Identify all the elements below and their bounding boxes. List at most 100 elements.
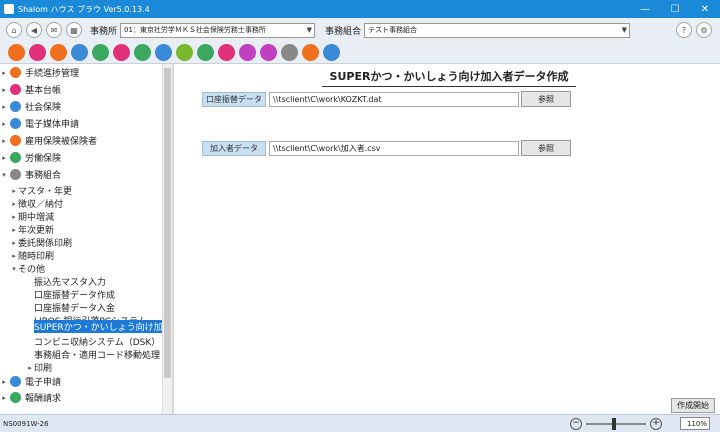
calc-icon[interactable] bbox=[176, 44, 193, 61]
electronic-filing-icon[interactable] bbox=[92, 44, 109, 61]
navigation-tree: ▸ 手続進捗管理 ▸ 基本台帳 ▸ 社会保険 ▸ 電子媒体申請 ▸ 雇用保険被保険者 ▸ 労… bbox=[0, 64, 162, 414]
zoom-control: − + 110% bbox=[566, 417, 710, 430]
labor-insurance-icon bbox=[10, 152, 21, 163]
company-icon[interactable] bbox=[50, 44, 67, 61]
union-icon bbox=[10, 169, 21, 180]
header-toolbar: ⌂ ◀ ✉ ▦ 事務所 01：東京社労学ＭＫＳ社会保険労務士事務所 ▼ 事務組合… bbox=[0, 18, 720, 42]
ledger-icon bbox=[10, 84, 21, 95]
tree-item-print[interactable]: ▸ 印刷 bbox=[26, 360, 52, 375]
calendar-icon[interactable]: ▦ bbox=[66, 22, 82, 38]
mail-icon[interactable]: ✉ bbox=[46, 22, 62, 38]
camera-icon[interactable] bbox=[281, 44, 298, 61]
expand-icon: ▸ bbox=[2, 393, 6, 402]
window-title: Shalom ハウス ブラウ Ver5.0.13.4 bbox=[18, 4, 150, 14]
create-start-button[interactable]: 作成開始 bbox=[671, 398, 715, 413]
labor-insurance-icon[interactable] bbox=[134, 44, 151, 61]
browse-button-1[interactable]: 参照 bbox=[521, 91, 571, 107]
expand-icon: ▸ bbox=[2, 85, 6, 94]
zoom-value: 110% bbox=[680, 417, 710, 430]
office-select-value: 01：東京社労学ＭＫＳ社会保険労務士事務所 bbox=[124, 26, 266, 34]
tree-label: SUPERかつ・かいしょう向け加入者 bbox=[34, 323, 162, 333]
tree-item-employment[interactable]: ▸ 雇用保険被保険者 bbox=[0, 133, 97, 148]
home-icon[interactable]: ⌂ bbox=[6, 22, 22, 38]
tree-item-progress[interactable]: ▸ 手続進捗管理 bbox=[0, 65, 79, 80]
doc-icon[interactable] bbox=[197, 44, 214, 61]
zoom-in-button[interactable]: + bbox=[650, 417, 662, 430]
tree-item-selected[interactable]: SUPERかつ・かいしょう向け加入者 bbox=[34, 320, 162, 333]
tree-item-leaf[interactable]: 事務組合・適用コード移動処理 bbox=[34, 347, 160, 362]
office-label: 事務所 bbox=[90, 26, 118, 37]
title-bar: Shalom ハウス ブラウ Ver5.0.13.4 — ☐ ✕ bbox=[0, 0, 720, 18]
expand-icon: ▸ bbox=[12, 238, 16, 247]
expand-icon: ▸ bbox=[2, 102, 6, 111]
expand-icon: ▸ bbox=[12, 199, 16, 208]
ledger-icon[interactable] bbox=[29, 44, 46, 61]
app-icon bbox=[4, 4, 14, 14]
home-icon[interactable] bbox=[302, 44, 319, 61]
maximize-button[interactable]: ☐ bbox=[660, 0, 690, 18]
help-icon[interactable]: ? bbox=[676, 22, 692, 38]
expand-icon: ▸ bbox=[12, 225, 16, 234]
union-label: 事務組合 bbox=[325, 26, 362, 37]
back-icon[interactable]: ◀ bbox=[26, 22, 42, 38]
expand-icon: ▸ bbox=[28, 363, 32, 372]
electronic-filing-icon bbox=[10, 118, 21, 129]
expand-icon: ▸ bbox=[12, 212, 16, 221]
tag-icon[interactable] bbox=[239, 44, 256, 61]
close-button[interactable]: ✕ bbox=[690, 0, 720, 18]
browse-button-2[interactable]: 参照 bbox=[521, 140, 571, 156]
union-icon[interactable] bbox=[155, 44, 172, 61]
tree-label: 事務組合 bbox=[25, 171, 62, 181]
social-insurance-icon[interactable] bbox=[71, 44, 88, 61]
tree-label: 社会保険 bbox=[25, 103, 62, 113]
billing-icon bbox=[10, 392, 21, 403]
employment-insurance-icon[interactable] bbox=[113, 44, 130, 61]
office-select[interactable]: 01：東京社労学ＭＫＳ社会保険労務士事務所 ▼ bbox=[120, 22, 316, 38]
tree-label: 印刷 bbox=[34, 364, 53, 374]
status-text: NS0091W-26 bbox=[3, 419, 49, 428]
tree-item-labor[interactable]: ▸ 労働保険 bbox=[0, 150, 61, 165]
electronic-application-icon bbox=[10, 376, 21, 387]
collapse-icon: ▾ bbox=[2, 170, 6, 179]
tree-item-ledger[interactable]: ▸ 基本台帳 bbox=[0, 82, 61, 97]
tree-label: 労働保険 bbox=[25, 154, 62, 164]
tree-label: 事務組合・適用コード移動処理 bbox=[34, 351, 161, 361]
expand-icon: ▸ bbox=[12, 251, 16, 260]
module-toolbar bbox=[0, 42, 720, 64]
tree-item-billing[interactable]: ▸ 報酬請求 bbox=[0, 390, 61, 405]
zoom-slider-thumb[interactable] bbox=[612, 417, 616, 430]
tree-item-efiling[interactable]: ▸ 電子媒体申請 bbox=[0, 116, 79, 131]
union-select-value: テスト事務組合 bbox=[368, 26, 418, 34]
tree-label: 手続進捗管理 bbox=[25, 69, 80, 79]
status-bar: NS0091W-26 − + 110% bbox=[0, 414, 720, 432]
tree-label: 雇用保険被保険者 bbox=[25, 137, 98, 147]
subscriber-file-input[interactable]: \\tsclient\C\work\加入者.csv bbox=[269, 141, 519, 156]
collapse-icon: ▾ bbox=[12, 264, 16, 273]
main-panel: SUPERかつ・かいしょう向け加入者データ作成 口座振替データ \\tsclie… bbox=[174, 64, 720, 414]
sidebar-scrollbar[interactable] bbox=[162, 64, 172, 414]
scrollbar-thumb[interactable] bbox=[164, 68, 171, 378]
union-select[interactable]: テスト事務組合 ▼ bbox=[364, 22, 631, 38]
report-icon[interactable] bbox=[218, 44, 235, 61]
minimize-button[interactable]: — bbox=[630, 0, 660, 18]
expand-icon: ▸ bbox=[2, 68, 6, 77]
card-icon[interactable] bbox=[260, 44, 277, 61]
account-transfer-file-input[interactable]: \\tsclient\C\work\KOZKT.dat bbox=[269, 92, 519, 107]
field1-label: 口座振替データ bbox=[202, 92, 266, 107]
zoom-out-button[interactable]: − bbox=[570, 417, 582, 430]
tree-item-echallenge[interactable]: ▸ 電子申請 bbox=[0, 374, 61, 389]
tree-label: 基本台帳 bbox=[25, 86, 62, 96]
progress-icon[interactable] bbox=[8, 44, 25, 61]
tree-label: 報酬請求 bbox=[25, 394, 62, 404]
tree-item-social[interactable]: ▸ 社会保険 bbox=[0, 99, 61, 114]
progress-icon bbox=[10, 67, 21, 78]
expand-icon: ▸ bbox=[2, 136, 6, 145]
employment-insurance-icon bbox=[10, 135, 21, 146]
tree-item-union[interactable]: ▾ 事務組合 bbox=[0, 167, 61, 182]
field2-label: 加入者データ bbox=[202, 141, 266, 156]
document-icon[interactable] bbox=[323, 44, 340, 61]
gear-icon[interactable]: ⚙ bbox=[696, 22, 712, 38]
tree-label: 電子申請 bbox=[25, 378, 62, 388]
zoom-slider[interactable] bbox=[586, 417, 646, 430]
chevron-down-icon: ▼ bbox=[621, 25, 628, 34]
